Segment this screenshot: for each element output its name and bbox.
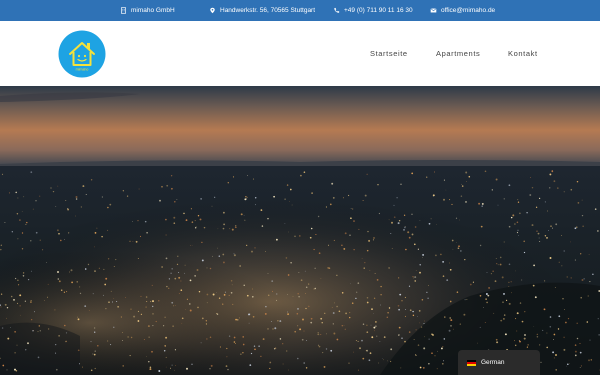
language-switcher[interactable]: German: [458, 350, 540, 375]
language-label: German: [481, 359, 505, 366]
phone-info[interactable]: +49 (0) 711 90 11 16 30: [333, 0, 413, 21]
site-header: mimaho Startseite Apartments Kontakt: [0, 21, 600, 86]
company-info: mimaho GmbH: [120, 0, 175, 21]
phone-icon: [333, 7, 340, 14]
address-info: Handwerkstr. 56, 70565 Stuttgart: [209, 0, 315, 21]
building-icon: [120, 7, 127, 14]
company-name: mimaho GmbH: [131, 7, 175, 14]
city-night-panorama: [0, 86, 600, 375]
logo-text: mimaho: [76, 68, 89, 72]
email-info[interactable]: office@mimaho.de: [430, 0, 495, 21]
nav-kontakt[interactable]: Kontakt: [508, 49, 538, 58]
phone-number[interactable]: +49 (0) 711 90 11 16 30: [344, 7, 413, 14]
nav-apartments[interactable]: Apartments: [436, 49, 480, 58]
address-text: Handwerkstr. 56, 70565 Stuttgart: [220, 7, 316, 14]
top-contact-bar: mimaho GmbH Handwerkstr. 56, 70565 Stutt…: [0, 0, 600, 21]
german-flag-icon: [467, 359, 476, 366]
mimaho-logo[interactable]: mimaho: [58, 30, 106, 78]
hero-city-image: [0, 86, 600, 375]
map-pin-icon: [209, 7, 216, 14]
envelope-icon: [430, 7, 437, 14]
nav-startseite[interactable]: Startseite: [370, 49, 408, 58]
email-address[interactable]: office@mimaho.de: [441, 7, 495, 14]
